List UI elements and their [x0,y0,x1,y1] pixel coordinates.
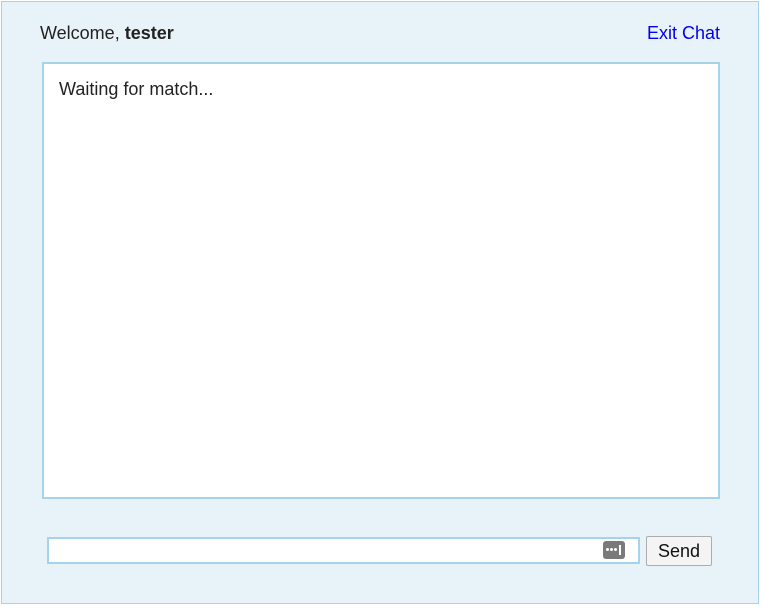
message-input[interactable] [49,539,599,562]
username: tester [124,23,174,43]
send-button[interactable]: Send [646,536,712,566]
password-dots-icon[interactable] [603,541,625,559]
chat-log[interactable]: Waiting for match... [42,62,720,499]
exit-chat-link[interactable]: Exit Chat [647,21,720,45]
chat-menu: Welcome, tester Exit Chat [40,21,720,45]
chat-container: Welcome, tester Exit Chat Waiting for ma… [1,1,759,604]
welcome-prefix: Welcome, [40,23,120,43]
message-input-wrapper [47,537,640,564]
status-message: Waiting for match... [59,79,214,99]
welcome-text: Welcome, tester [40,21,174,45]
